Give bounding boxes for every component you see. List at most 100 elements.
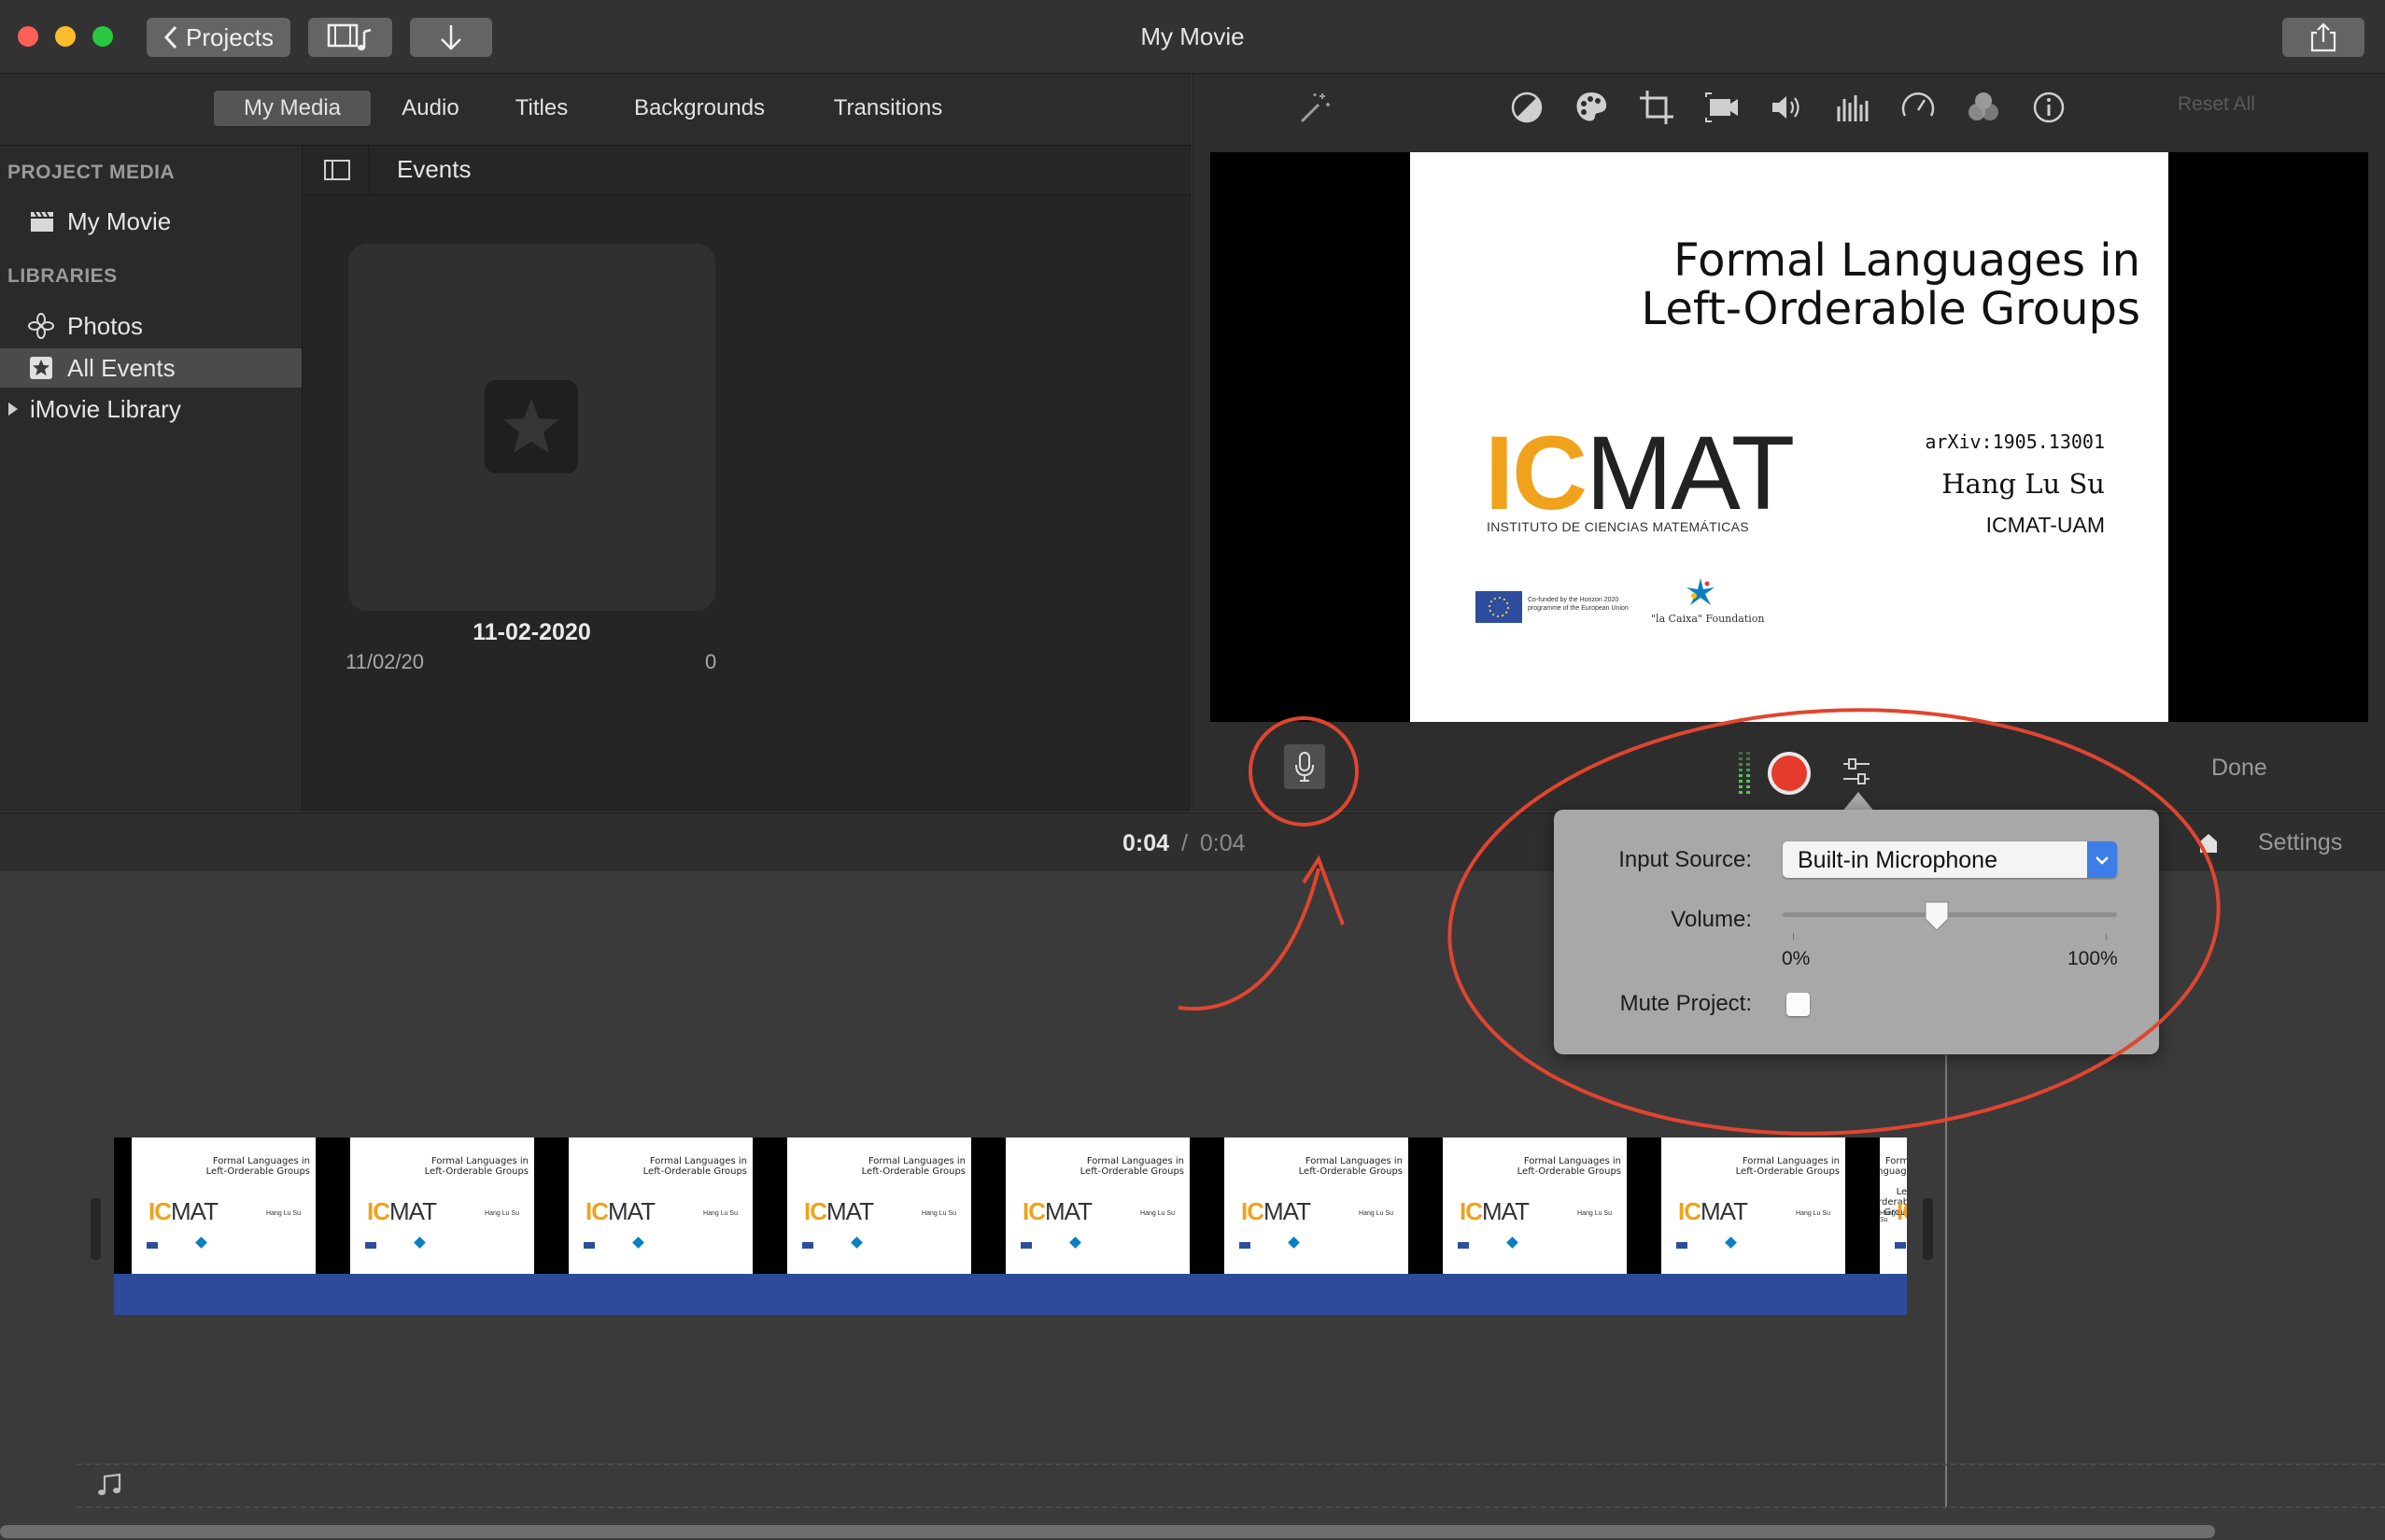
frame-title-line: Formal Languages in xyxy=(1305,1156,1403,1166)
frame-title-line: Left-Orderable Groups xyxy=(205,1166,310,1177)
event-title: 11-02-2020 xyxy=(473,619,591,645)
frame-logo-mat: MAT xyxy=(1045,1197,1093,1225)
window-title: My Movie xyxy=(1140,22,1245,50)
slide-arxiv: arXiv:1905.13001 xyxy=(1925,431,2105,453)
input-source-select[interactable]: Built-in Microphone xyxy=(1783,841,2117,878)
voiceover-button[interactable] xyxy=(1284,744,1325,789)
color-palette-icon[interactable] xyxy=(1572,88,1611,127)
chevron-down-icon xyxy=(2096,855,2109,865)
icmat-logo-mat: MAT xyxy=(1586,415,1795,531)
timeline-scrollbar[interactable] xyxy=(0,1525,2215,1538)
frame-logo-mat: MAT xyxy=(1482,1197,1530,1225)
events-title: Events xyxy=(397,155,472,183)
frame-logo-ic: IC xyxy=(804,1197,827,1225)
timeline-settings-button[interactable]: Settings xyxy=(2258,829,2342,856)
tab-my-media[interactable]: My Media xyxy=(214,91,371,126)
frame-author: Hang Lu Su xyxy=(485,1210,519,1217)
frame-eu-flag xyxy=(1458,1242,1469,1249)
icmat-logo-subtitle: INSTITUTO DE CIENCIAS MATEMÁTICAS xyxy=(1487,519,1749,534)
volume-min-label: 0% xyxy=(1782,948,1811,969)
frame-title-line: Formal Languages in xyxy=(649,1156,747,1166)
frame-title-line: Formal Languages in xyxy=(430,1156,529,1166)
music-note-icon xyxy=(98,1473,121,1495)
lacaixa-text: "la Caixa" Foundation xyxy=(1651,613,1765,625)
frame-title-line: Left-Orderable Groups xyxy=(1517,1166,1621,1177)
slider-tick xyxy=(1793,933,1794,940)
film-frame: Formal Languages inLeft-Orderable Groups… xyxy=(1661,1137,1845,1274)
crop-icon[interactable] xyxy=(1637,88,1676,127)
select-arrow[interactable] xyxy=(2087,841,2117,878)
icmat-logo: ICMAT xyxy=(1485,421,1795,526)
title-bar: Projects My Movie xyxy=(0,0,2385,74)
tab-audio[interactable]: Audio xyxy=(385,91,476,126)
sidebar-item-my-movie[interactable]: My Movie xyxy=(0,202,302,241)
frame-logo-mat: MAT xyxy=(389,1197,437,1225)
volume-slider-knob[interactable] xyxy=(1923,900,1951,932)
slide-frame: Formal Languages in Left-Orderable Group… xyxy=(1410,152,2168,722)
music-track-well[interactable] xyxy=(77,1463,2385,1508)
voiceover-options-icon[interactable] xyxy=(1840,756,1873,788)
frame-logo-ic: IC xyxy=(1678,1197,1701,1225)
slide-title-line: Formal Languages in xyxy=(1673,234,2140,287)
frame-lacaixa xyxy=(414,1236,426,1249)
clip-trim-handle-right[interactable] xyxy=(1923,1198,1933,1260)
sidebar-item-label: All Events xyxy=(67,353,176,382)
frame-title-line: Formal Languages in xyxy=(1880,1156,1907,1177)
film-frame: Formal Languages inLeft-Orderable Groups… xyxy=(1443,1137,1627,1274)
mute-project-label: Mute Project: xyxy=(1619,991,1752,1016)
libraries-header: LIBRARIES xyxy=(7,265,118,287)
playhead[interactable] xyxy=(1945,1055,1947,1508)
frame-title-line: Left-Orderable Groups xyxy=(424,1166,529,1177)
event-thumbnail[interactable] xyxy=(348,244,715,611)
microphone-icon xyxy=(1295,752,1314,782)
frame-eu-flag xyxy=(584,1242,595,1249)
frame-lacaixa xyxy=(1725,1236,1737,1249)
tab-transitions[interactable]: Transitions xyxy=(814,91,962,126)
tab-label: My Media xyxy=(243,95,342,120)
star-square-icon xyxy=(30,357,52,379)
frame-title-line: Left-Orderable Groups xyxy=(861,1166,966,1177)
frame-author: Hang Lu Su xyxy=(703,1210,738,1217)
reset-all-button[interactable]: Reset All xyxy=(2178,93,2255,116)
clip-trim-handle-left[interactable] xyxy=(91,1198,101,1260)
zoom-slider-knob[interactable] xyxy=(2198,832,2219,855)
disclosure-triangle-icon[interactable] xyxy=(6,400,21,418)
frame-logo: ICMAT xyxy=(148,1199,219,1223)
sidebar-toggle-button[interactable] xyxy=(306,146,369,194)
slide-author: Hang Lu Su xyxy=(1941,468,2105,500)
frame-eu-flag xyxy=(1895,1242,1906,1249)
share-button[interactable] xyxy=(2282,18,2364,57)
frame-author: Hang Lu Su xyxy=(1140,1210,1175,1217)
frame-eu-flag xyxy=(1021,1242,1032,1249)
done-button[interactable]: Done xyxy=(2211,755,2267,782)
frame-title-line: Formal Languages in xyxy=(212,1156,310,1166)
slide-title-line: Left-Orderable Groups xyxy=(1641,283,2140,335)
sidebar-item-all-events[interactable]: All Events xyxy=(0,348,302,388)
magic-wand-icon[interactable] xyxy=(1294,88,1334,127)
info-icon[interactable] xyxy=(2029,88,2068,127)
frame-title: Formal Languages inLeft-Orderable Groups xyxy=(643,1156,747,1177)
volume-icon[interactable] xyxy=(1768,88,1807,127)
media-tabs-bar xyxy=(0,74,1192,146)
speed-gauge-icon[interactable] xyxy=(1898,88,1938,127)
clip-filter-icon[interactable] xyxy=(1964,88,2003,127)
clip-audio-track[interactable] xyxy=(114,1274,1907,1315)
mute-project-checkbox[interactable] xyxy=(1786,993,1810,1016)
sidebar-item-photos[interactable]: Photos xyxy=(0,306,302,346)
record-button[interactable] xyxy=(1768,752,1811,795)
frame-title-line: Left-Orderable Groups xyxy=(1298,1166,1403,1177)
equalizer-icon[interactable] xyxy=(1833,88,1872,127)
frame-logo: ICMAT xyxy=(1460,1197,1530,1225)
tab-backgrounds[interactable]: Backgrounds xyxy=(612,91,787,126)
tab-titles[interactable]: Titles xyxy=(495,91,588,126)
frame-logo: ICMAT xyxy=(804,1197,874,1225)
sidebar-item-label: My Movie xyxy=(67,206,172,235)
sidebar-item-imovie-library[interactable]: iMovie Library xyxy=(0,389,302,429)
stabilization-camera-icon[interactable] xyxy=(1702,88,1742,127)
frame-title-line: Left-Orderable Groups xyxy=(642,1166,747,1177)
video-clip[interactable]: Formal Languages in Left-Orderable Groups… xyxy=(114,1137,1907,1274)
frame-title: Formal Languages inLeft-Orderable Groups xyxy=(1517,1156,1621,1177)
photos-flower-icon xyxy=(28,313,54,339)
color-balance-icon[interactable] xyxy=(1507,88,1546,127)
frame-title-line: Formal Languages in xyxy=(868,1156,966,1166)
